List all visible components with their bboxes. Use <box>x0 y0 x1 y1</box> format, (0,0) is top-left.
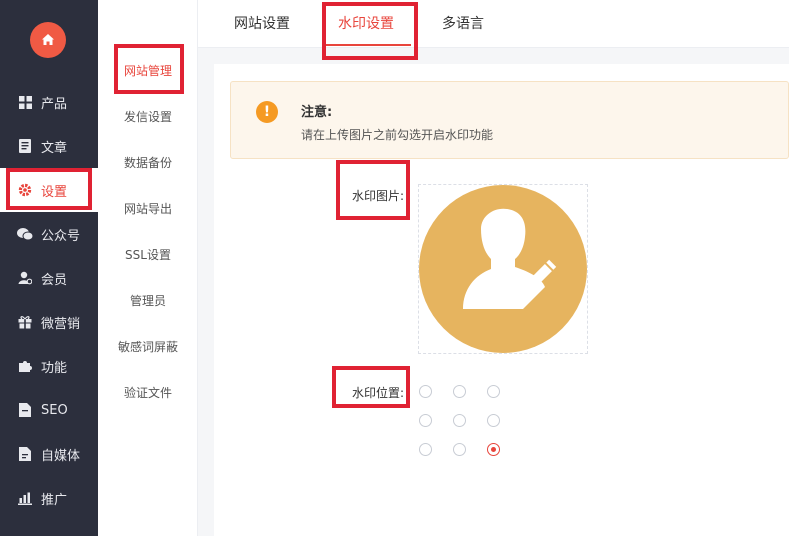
sidebar-item-articles[interactable]: 文章 <box>0 124 98 168</box>
submenu-item-site-export[interactable]: 网站导出 <box>98 200 198 217</box>
annotation-box-watermark-tab <box>322 2 418 60</box>
tab-site-settings[interactable]: 网站设置 <box>234 13 290 33</box>
position-top-right-radio[interactable] <box>487 385 500 398</box>
submenu-item-mail-settings[interactable]: 发信设置 <box>98 108 198 125</box>
settings-tabs: 网站设置 水印设置 多语言 <box>198 0 789 48</box>
position-top-left-radio[interactable] <box>419 385 432 398</box>
watermark-image-upload[interactable] <box>418 184 588 354</box>
notice-title: 注意: <box>301 105 333 120</box>
sidebar-item-features[interactable]: 功能 <box>0 344 98 388</box>
sidebar-item-promotion[interactable]: 推广 <box>0 476 98 520</box>
main-sidebar: 产品 文章 设置 公众号 会员 微营销 功能 SEO 自媒体 推广 <box>0 0 98 536</box>
warning-icon: ! <box>256 101 278 123</box>
sidebar-item-members[interactable]: 会员 <box>0 256 98 300</box>
sidebar-item-products[interactable]: 产品 <box>0 80 98 124</box>
sidebar-item-label: 公众号 <box>41 228 81 244</box>
notice-text: 请在上传图片之前勾选开启水印功能 <box>301 128 494 142</box>
chart-icon <box>17 490 33 506</box>
position-middle-right-radio[interactable] <box>487 414 500 427</box>
position-bottom-center-radio[interactable] <box>453 443 466 456</box>
sidebar-item-marketing[interactable]: 微营销 <box>0 300 98 344</box>
watermark-image-preview <box>419 185 587 353</box>
puzzle-icon <box>17 358 33 374</box>
annotation-box-settings <box>6 168 92 210</box>
gift-icon <box>17 314 33 330</box>
position-top-center-radio[interactable] <box>453 385 466 398</box>
tab-multi-language[interactable]: 多语言 <box>442 13 484 33</box>
submenu-item-admins[interactable]: 管理员 <box>98 292 198 309</box>
sidebar-item-label: 自媒体 <box>41 448 81 464</box>
sidebar-item-label: 微营销 <box>41 316 81 332</box>
wechat-icon <box>17 226 33 242</box>
sidebar-item-label: 会员 <box>41 272 68 288</box>
notice-alert: ! 注意: 请在上传图片之前勾选开启水印功能 <box>230 81 789 159</box>
sidebar-item-label: 产品 <box>41 96 68 112</box>
sidebar-item-label: SEO <box>41 402 68 418</box>
position-bottom-left-radio[interactable] <box>419 443 432 456</box>
submenu-item-sensitive-words[interactable]: 敏感词屏蔽 <box>98 338 198 355</box>
sidebar-item-label: 功能 <box>41 360 68 376</box>
sidebar-item-seo[interactable]: SEO <box>0 388 98 432</box>
home-icon <box>42 34 54 45</box>
media-file-icon <box>17 446 33 462</box>
submenu-item-verify-file[interactable]: 验证文件 <box>98 384 198 401</box>
annotation-box-site-management <box>114 44 184 94</box>
seo-file-icon <box>17 402 33 418</box>
sidebar-item-label: 推广 <box>41 492 68 508</box>
home-button[interactable] <box>30 22 66 58</box>
user-edit-icon <box>463 208 557 309</box>
submenu-item-data-backup[interactable]: 数据备份 <box>98 154 198 171</box>
position-middle-left-radio[interactable] <box>419 414 432 427</box>
sidebar-item-self-media[interactable]: 自媒体 <box>0 432 98 476</box>
document-icon <box>17 138 33 154</box>
position-center-radio[interactable] <box>453 414 466 427</box>
position-bottom-right-radio[interactable] <box>487 443 500 456</box>
grid-icon <box>17 94 33 110</box>
user-icon <box>17 270 33 286</box>
sidebar-item-wechat[interactable]: 公众号 <box>0 212 98 256</box>
annotation-box-position-label <box>332 366 410 408</box>
sidebar-item-label: 文章 <box>41 140 68 156</box>
annotation-box-image-label <box>336 160 410 220</box>
submenu-item-ssl-settings[interactable]: SSL设置 <box>98 246 198 263</box>
